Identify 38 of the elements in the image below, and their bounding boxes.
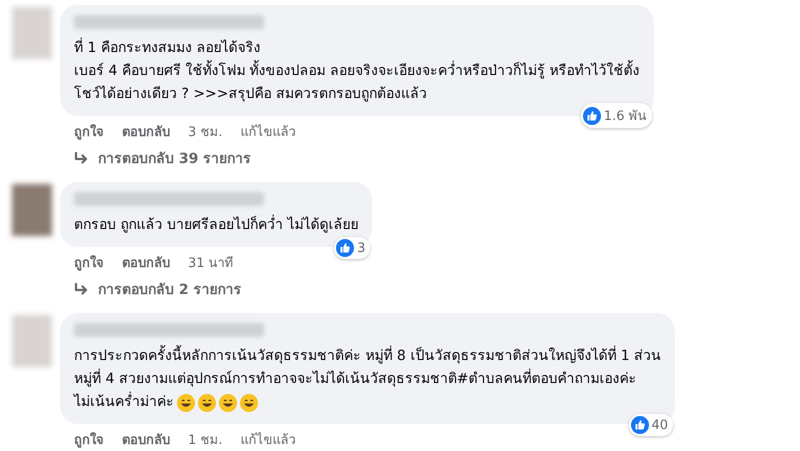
reaction-count: 40 — [652, 418, 668, 432]
comment-meta: แก้ไขแล้ว — [240, 124, 296, 141]
reaction-badge[interactable]: 40 — [628, 414, 674, 436]
grinning-emoji-icon — [198, 394, 216, 412]
action-link[interactable]: ตอบกลับ — [122, 124, 170, 141]
action-link[interactable]: ถูกใจ — [74, 432, 104, 449]
grinning-emoji-icon — [177, 394, 195, 412]
action-link[interactable]: ถูกใจ — [74, 124, 104, 141]
avatar[interactable] — [12, 7, 52, 59]
thumbs-up-icon — [630, 416, 649, 434]
thumbs-up-icon — [582, 106, 601, 124]
grinning-emoji-icon — [219, 394, 237, 412]
comment-meta: 3 ชม. — [188, 124, 223, 141]
comment-meta: 1 ชม. — [188, 432, 223, 449]
comment-meta: 31 นาที — [188, 255, 234, 272]
action-link[interactable]: ตอบกลับ — [122, 432, 170, 449]
reaction-count: 1.6 พัน — [604, 108, 647, 126]
comment-text: เบอร์ 4 คือบายศรี ใช้ทั้งโฟม ทั้งของปลอม ลอยจริงจะเอียงจะคว่ำหรือป่าวก็ไม่รู้ หรือทำไว้ใช้ตั้ง — [74, 60, 640, 83]
comment-text: ที่ 1 คือกระทงสมมง ลอยได้จริง — [74, 37, 640, 60]
comment-text: หมู่ที่ 4 สวยงามแต่อุปกรณ์การทำอาจจะไม่ได้เน้นวัสดุธรรมชาติ#ตำบลคนที่ตอบคำถามเองค่ะ — [74, 368, 662, 391]
avatar[interactable] — [12, 184, 52, 236]
comment-text: โชว์ได้อย่างเดียว ? >>>สรุปคือ สมควรตกรอบถูกต้องแล้ว — [74, 84, 428, 104]
comment-meta: แก้ไขแล้ว — [240, 432, 296, 449]
reply-arrow-icon — [74, 283, 90, 297]
avatar[interactable] — [12, 315, 52, 367]
reaction-count: 3 — [357, 240, 366, 256]
action-link[interactable]: ถูกใจ — [74, 255, 104, 272]
comment-text: การประกวดครั้งนี้หลักการเน้นวัสดุธรรมชาติค่ะ หมู่ที่ 8 เป็นวัสดุธรรมชาติส่วนใหญ่จึงได้ที่ 1 ส่วน — [74, 345, 662, 368]
reaction-badge[interactable]: 3 — [334, 237, 370, 259]
comment-text: ไม่เน้นคร่ำม่าค่ะ — [74, 391, 174, 414]
action-link[interactable]: ตอบกลับ — [122, 255, 170, 272]
reaction-badge[interactable]: 1.6 พัน — [580, 103, 652, 128]
view-replies-link[interactable]: การตอบกลับ 2 รายการ — [98, 281, 242, 299]
thumbs-up-icon — [336, 239, 354, 257]
view-replies-link[interactable]: การตอบกลับ 39 รายการ — [98, 150, 252, 168]
reply-arrow-icon — [74, 152, 90, 166]
grinning-emoji-icon — [240, 394, 258, 412]
comment-text: ตกรอบ ถูกแล้ว บายศรีลอยไปก็คว่ำ ไม่ได้ดูเล้ยย — [74, 214, 358, 237]
